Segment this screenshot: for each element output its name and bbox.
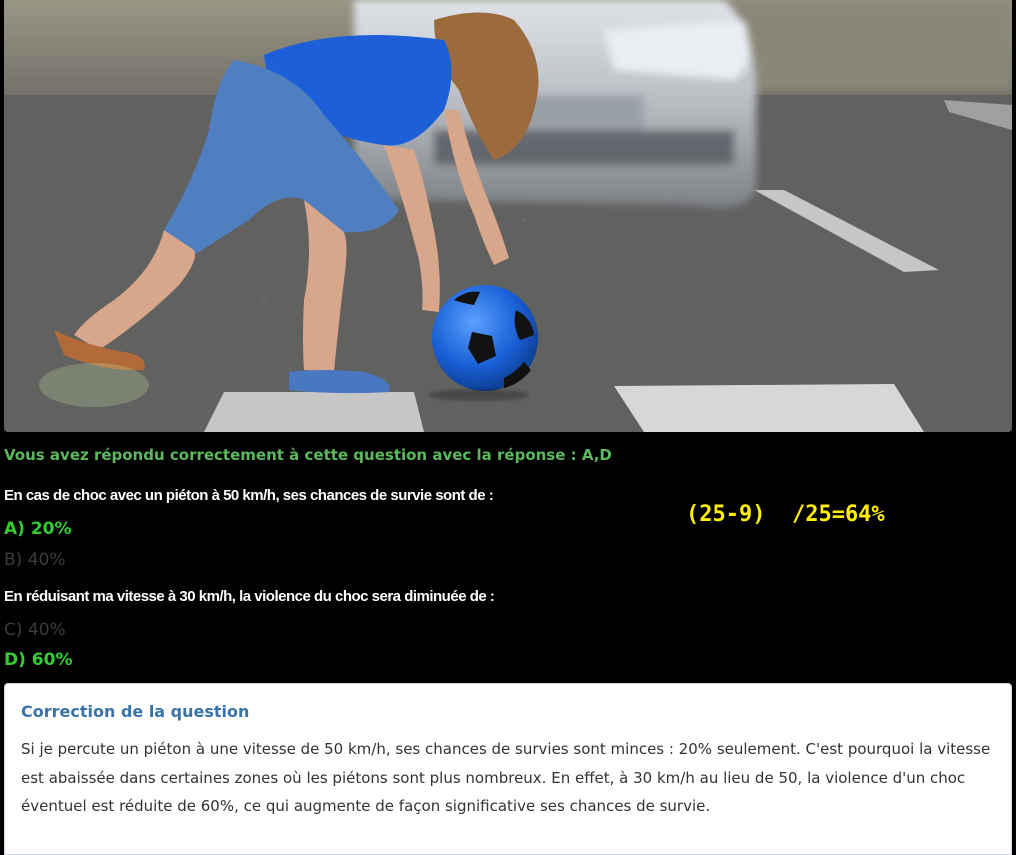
correction-panel: Correction de la question Si je percute … xyxy=(4,683,1012,855)
correction-body: Si je percute un piéton à une vitesse de… xyxy=(21,740,991,815)
answer-b: B) 40% xyxy=(4,550,66,570)
question-1-text: En cas de choc avec un piéton à 50 km/h,… xyxy=(4,487,494,504)
answer-a: A) 20% xyxy=(4,519,72,539)
answer-c: C) 40% xyxy=(4,620,66,640)
correction-title: Correction de la question xyxy=(21,702,250,721)
question-2-text: En réduisant ma vitesse à 30 km/h, la vi… xyxy=(4,588,495,605)
score-calculation: (25-9) /25=64% xyxy=(686,502,885,527)
answer-d: D) 60% xyxy=(4,650,73,670)
question-photo xyxy=(4,0,1012,432)
result-message: Vous avez répondu correctement à cette q… xyxy=(4,446,612,464)
